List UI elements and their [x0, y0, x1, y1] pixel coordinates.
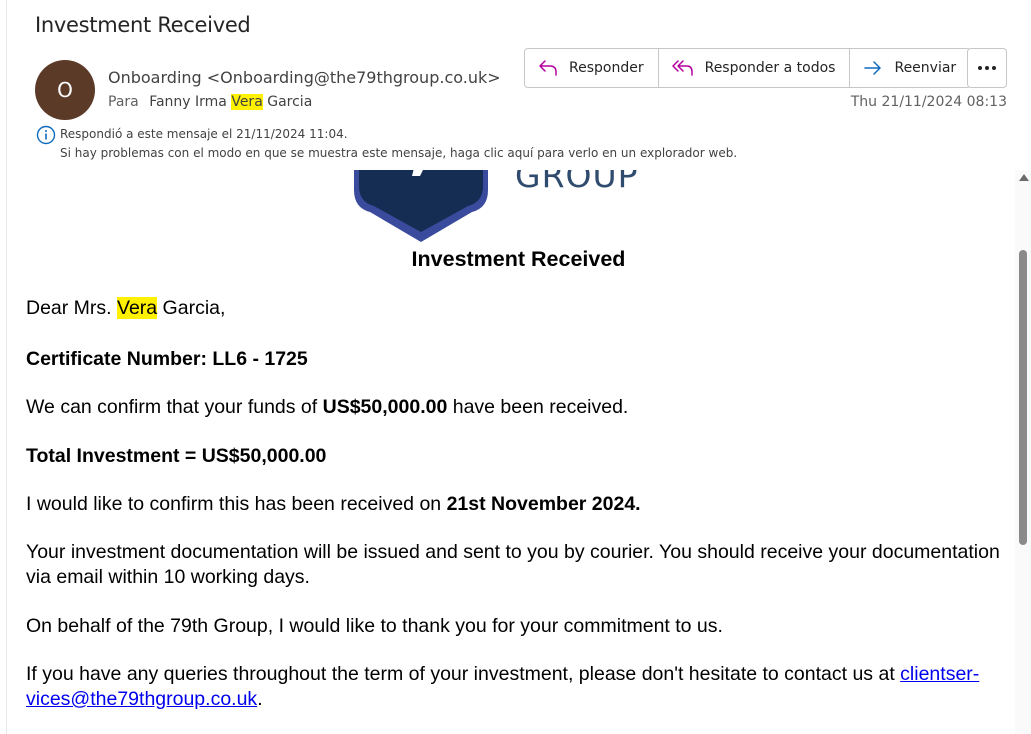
email-date: Thu 21/11/2024 08:13: [850, 94, 1007, 110]
greeting-post: Garcia,: [157, 297, 226, 319]
more-actions-button[interactable]: [967, 48, 1007, 88]
action-bar: Responder Responder a todos Reenviar: [524, 48, 972, 88]
thanks-paragraph: On behalf of the 79th Group, I would lik…: [26, 615, 723, 637]
confirm-paragraph: We can confirm that your funds of US$50,…: [26, 395, 1011, 420]
recipient-first: Fanny Irma: [149, 94, 232, 110]
to-label: Para: [108, 94, 139, 110]
total-text: Total Investment = US$50,000.00: [26, 445, 327, 467]
greeting-highlight: Vera: [117, 297, 158, 319]
reply-all-icon: [671, 60, 693, 76]
email-subject: Investment Received: [35, 13, 251, 37]
forward-button[interactable]: Reenviar: [850, 49, 970, 87]
greeting-pre: Dear Mrs.: [26, 297, 118, 319]
documentation-paragraph: Your investment documentation will be is…: [26, 541, 1000, 588]
company-logo-shield: [354, 170, 488, 242]
scrollbar-thumb[interactable]: [1019, 250, 1027, 545]
more-icon: [978, 66, 996, 70]
received-pre: I would like to confirm this has been re…: [26, 493, 447, 515]
certificate-number: Certificate Number: LL6 - 1725: [26, 347, 1011, 372]
sender-avatar[interactable]: O: [35, 60, 95, 120]
total-investment: Total Investment = US$50,000.00: [26, 444, 1011, 469]
queries-post: .: [257, 688, 263, 710]
reply-label: Responder: [569, 60, 644, 76]
reply-icon: [539, 60, 557, 76]
certificate-text: Certificate Number: LL6 - 1725: [26, 348, 308, 370]
recipient-name[interactable]: Fanny Irma Vera Garcia: [149, 94, 312, 110]
queries-paragraph: If you have any queries throughout the t…: [26, 662, 1011, 712]
forward-icon: [864, 61, 882, 75]
recipient-highlight: Vera: [231, 94, 263, 110]
received-paragraph: I would like to confirm this has been re…: [26, 492, 1011, 517]
greeting: Dear Mrs. Vera Garcia,: [26, 296, 1011, 321]
sender-address[interactable]: Onboarding <Onboarding@the79thgroup.co.u…: [108, 68, 500, 87]
company-logo-text: GROUP: [515, 170, 639, 195]
forward-label: Reenviar: [894, 60, 957, 76]
reply-all-button[interactable]: Responder a todos: [659, 49, 851, 87]
confirm-pre: We can confirm that your funds of: [26, 396, 323, 418]
confirm-amount: US$50,000.00: [322, 396, 448, 418]
confirm-post: have been received.: [447, 396, 629, 418]
replied-notice: Respondió a este mensaje el 21/11/2024 1…: [60, 127, 348, 141]
view-in-browser-link[interactable]: Si hay problemas con el modo en que se m…: [60, 146, 737, 160]
reply-all-label: Responder a todos: [704, 60, 836, 76]
body-title: Investment Received: [411, 247, 626, 271]
recipient-line: Para Fanny Irma Vera Garcia: [108, 94, 312, 110]
reply-button[interactable]: Responder: [525, 49, 659, 87]
info-icon: [36, 125, 56, 149]
received-date: 21st November 2024.: [446, 493, 641, 515]
email-body: GROUP Investment Received Dear Mrs. Vera…: [7, 170, 1015, 734]
queries-pre: If you have any queries throughout the t…: [26, 663, 901, 685]
recipient-last: Garcia: [262, 94, 313, 110]
scroll-up-arrow-icon[interactable]: [1019, 174, 1029, 181]
